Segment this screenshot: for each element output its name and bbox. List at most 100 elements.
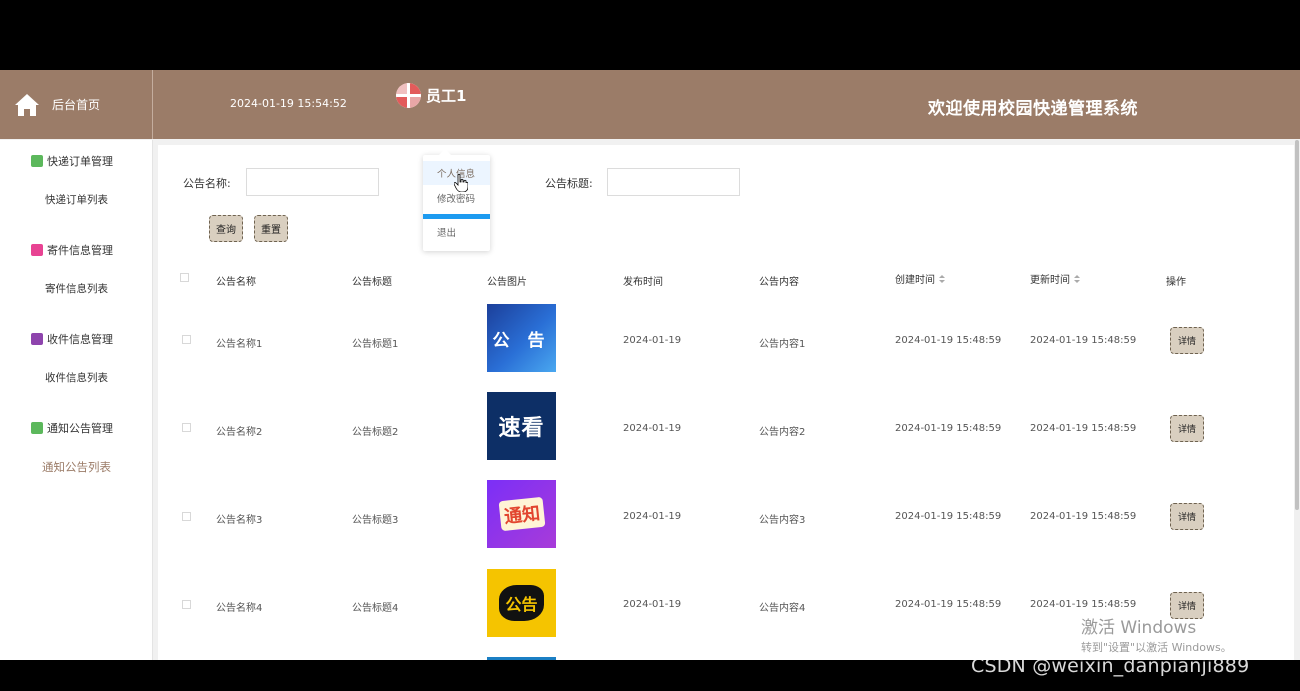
sort-icon[interactable] (1074, 274, 1080, 283)
column-header-name: 公告名称 (216, 273, 256, 288)
menu-item-send-info-list[interactable]: 寄件信息列表 (0, 281, 153, 296)
column-header-label: 创建时间 (895, 275, 935, 286)
avatar (396, 83, 421, 108)
gift-icon (31, 244, 43, 256)
cell-updated: 2024-01-19 15:48:59 (1030, 511, 1137, 522)
menu-title-label: 通知公告管理 (47, 422, 113, 435)
notice-image-text: 通知 (498, 496, 545, 532)
cell-title: 公告标题1 (352, 339, 399, 350)
windows-activation-watermark: 激活 Windows 转到"设置"以激活 Windows。 (1081, 613, 1232, 655)
notice-image-text: 公 告 (492, 330, 551, 351)
app-window: 后台首页 2024-01-19 15:54:52 员工1 欢迎使用校园快递管理系… (0, 70, 1300, 660)
cell-created: 2024-01-19 15:48:59 (895, 599, 1002, 610)
detail-button[interactable]: 详情 (1170, 415, 1204, 442)
column-header-label: 公告图片 (487, 277, 527, 288)
column-header-label: 公告内容 (759, 277, 799, 288)
menu-group-express-orders: 快递订单管理 快递订单列表 (0, 150, 153, 207)
cell-content: 公告内容2 (759, 427, 806, 438)
cell-name: 公告名称4 (216, 603, 263, 614)
column-header-label: 更新时间 (1030, 275, 1070, 286)
page-scrollbar[interactable] (1294, 140, 1300, 660)
cell-title: 公告标题4 (352, 603, 399, 614)
column-header-updated[interactable]: 更新时间 (1030, 271, 1080, 286)
notice-image-text: 速看 (498, 416, 545, 441)
chat-bubble-icon (31, 155, 43, 167)
notice-image-text: 公告 (499, 585, 544, 621)
menu-group-notices: 通知公告管理 通知公告列表 (0, 417, 153, 475)
scrollbar-thumb[interactable] (1295, 140, 1299, 510)
cell-updated: 2024-01-19 15:48:59 (1030, 599, 1137, 610)
user-menu-trigger[interactable]: 员工1 (396, 83, 466, 108)
column-header-label: 操作 (1166, 277, 1186, 288)
cell-name: 公告名称2 (216, 427, 263, 438)
reset-button[interactable]: 重置 (254, 215, 288, 242)
notice-name-input[interactable] (246, 168, 379, 196)
cell-created: 2024-01-19 15:48:59 (895, 423, 1002, 434)
main-panel: 公告名称: 公告标题: 查询 重置 公告名称 公告标题 公告图片 发布时间 公告… (158, 145, 1294, 660)
query-button[interactable]: 查询 (209, 215, 243, 242)
sidebar: 快递订单管理 快递订单列表 寄件信息管理 寄件信息列表 收件信息管理 收件信息列… (0, 140, 153, 660)
column-header-publish-time: 发布时间 (623, 273, 663, 288)
notice-title-input[interactable] (607, 168, 740, 196)
hand-cursor-icon (454, 174, 468, 192)
cell-created: 2024-01-19 15:48:59 (895, 511, 1002, 522)
menu-group-receive-info: 收件信息管理 收件信息列表 (0, 328, 153, 385)
detail-button[interactable]: 详情 (1170, 503, 1204, 530)
column-header-content: 公告内容 (759, 273, 799, 288)
cell-publish-time: 2024-01-19 (623, 599, 682, 610)
notice-image[interactable] (487, 657, 556, 660)
menu-item-notice-list[interactable]: 通知公告列表 (0, 459, 153, 475)
cell-created: 2024-01-19 15:48:59 (895, 335, 1002, 346)
row-checkbox[interactable] (182, 512, 191, 521)
system-welcome-title: 欢迎使用校园快递管理系统 (928, 99, 1138, 119)
home-label: 后台首页 (52, 98, 101, 112)
menu-receive-info[interactable]: 收件信息管理 (0, 328, 153, 350)
cell-content: 公告内容1 (759, 339, 806, 350)
column-header-title: 公告标题 (352, 273, 392, 288)
top-header: 后台首页 2024-01-19 15:54:52 员工1 欢迎使用校园快递管理系… (0, 70, 1300, 139)
menu-notices[interactable]: 通知公告管理 (0, 417, 153, 439)
menu-send-info[interactable]: 寄件信息管理 (0, 239, 153, 261)
select-all-checkbox[interactable] (180, 273, 189, 282)
menu-item-logout[interactable]: 退出 (423, 220, 490, 244)
cell-content: 公告内容4 (759, 603, 806, 614)
home-link[interactable]: 后台首页 (0, 70, 153, 139)
menu-item-receive-info-list[interactable]: 收件信息列表 (0, 370, 153, 385)
row-checkbox[interactable] (182, 423, 191, 432)
csdn-watermark: CSDN @weixin_danpianji889 (971, 655, 1250, 677)
detail-button[interactable]: 详情 (1170, 327, 1204, 354)
cell-publish-time: 2024-01-19 (623, 335, 682, 346)
cell-publish-time: 2024-01-19 (623, 423, 682, 434)
cell-title: 公告标题2 (352, 427, 399, 438)
menu-item-express-order-list[interactable]: 快递订单列表 (0, 192, 153, 207)
column-header-created[interactable]: 创建时间 (895, 271, 945, 286)
notice-title-label: 公告标题: (545, 177, 593, 190)
menu-group-send-info: 寄件信息管理 寄件信息列表 (0, 239, 153, 296)
cell-updated: 2024-01-19 15:48:59 (1030, 335, 1137, 346)
menu-title-label: 快递订单管理 (47, 155, 113, 168)
column-header-label: 公告名称 (216, 277, 256, 288)
menu-express-orders[interactable]: 快递订单管理 (0, 150, 153, 172)
menu-title-label: 寄件信息管理 (47, 244, 113, 257)
notice-image[interactable]: 通知 (487, 480, 556, 548)
column-header-label: 发布时间 (623, 277, 663, 288)
home-icon (15, 93, 39, 116)
column-header-label: 公告标题 (352, 277, 392, 288)
username: 员工1 (426, 87, 467, 105)
row-checkbox[interactable] (182, 335, 191, 344)
chat-bubble-icon (31, 422, 43, 434)
cell-updated: 2024-01-19 15:48:59 (1030, 423, 1137, 434)
menu-title-label: 收件信息管理 (47, 333, 113, 346)
notice-image[interactable]: 速看 (487, 392, 556, 460)
sort-icon[interactable] (939, 274, 945, 283)
notice-image[interactable]: 公告 (487, 569, 556, 637)
notice-name-label: 公告名称: (183, 177, 231, 190)
row-checkbox[interactable] (182, 600, 191, 609)
column-header-action: 操作 (1166, 273, 1186, 288)
user-dropdown-menu: 个人信息 修改密码 退出 (423, 149, 490, 251)
notice-image[interactable]: 公 告 (487, 304, 556, 372)
cell-publish-time: 2024-01-19 (623, 511, 682, 522)
watermark-line1: 激活 Windows (1081, 618, 1197, 638)
cell-title: 公告标题3 (352, 515, 399, 526)
watermark-line2: 转到"设置"以激活 Windows。 (1081, 641, 1232, 654)
